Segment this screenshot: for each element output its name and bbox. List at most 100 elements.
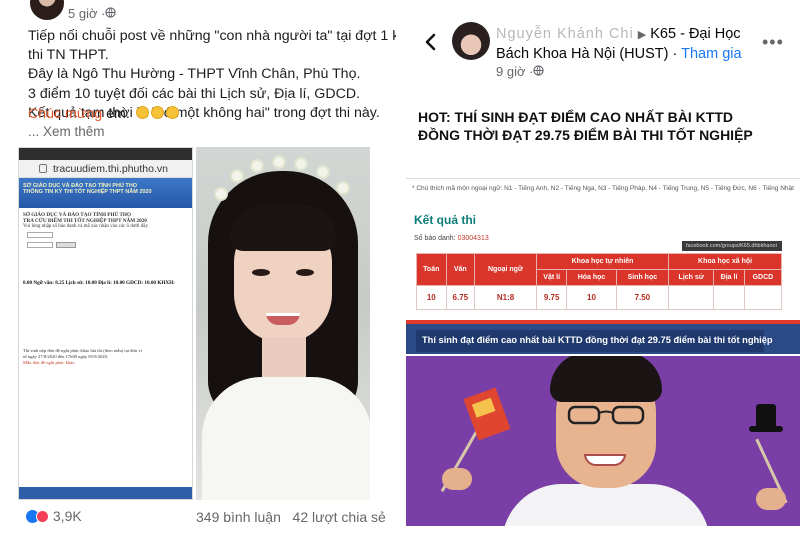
student-photo[interactable] xyxy=(406,356,800,526)
sbd-label: Số báo danh: xyxy=(414,235,458,242)
score-header: Ngoại ngữ xyxy=(474,253,537,286)
photo-shirt xyxy=(502,484,710,526)
join-group-link[interactable]: Tham gia xyxy=(681,46,741,62)
score-cell: 9.75 xyxy=(535,285,568,310)
score-header: GDCD xyxy=(743,269,783,286)
comments-count-link[interactable]: 349 bình luận xyxy=(196,509,281,525)
globe-icon xyxy=(105,7,116,18)
score-table: Toán Văn Ngoại ngữ Khoa học tự nhiên Kho… xyxy=(416,253,783,310)
clap-icon xyxy=(135,106,149,119)
congrats-highlight: Chúc mừng xyxy=(28,106,103,122)
portrait-photo[interactable] xyxy=(196,147,370,500)
score-table-row: 10 6.75 N1:8 9.75 10 7.50 xyxy=(416,285,783,310)
score-cell: N1:8 xyxy=(474,285,537,310)
photo-hand xyxy=(442,468,472,490)
exam-note: * Chú thích mã môn ngoại ngữ: N1 - Tiếng… xyxy=(412,185,794,192)
photo-hair xyxy=(550,356,662,402)
browser-url-bar: tracuudiem.thi.phutho.vn xyxy=(19,160,192,178)
post-text-line: thi TN THPT. xyxy=(28,47,109,64)
divider xyxy=(396,0,404,534)
caption-banner-text: Thí sinh đạt điểm cao nhất bài KTTD đồng… xyxy=(416,330,773,352)
score-cell: 10 xyxy=(566,285,617,310)
right-post: Nguyễn Khánh Chi ▶ K65 - Đại Học Bách Kh… xyxy=(404,0,800,534)
score-header: Địa lí xyxy=(713,269,745,286)
top-hat-prop xyxy=(749,404,783,432)
browser-url: tracuudiem.thi.phutho.vn xyxy=(53,163,168,175)
score-group-header: Khoa học tự nhiên xyxy=(535,253,670,270)
captcha-input xyxy=(27,242,53,248)
exam-result-screenshot[interactable]: * Chú thích mã môn ngoại ngữ: N1 - Tiếng… xyxy=(406,178,800,312)
score-header: Văn xyxy=(445,253,476,286)
left-post: 5 giờ · Tiếp nối chuỗi post về những "co… xyxy=(0,0,404,534)
score-cell: 7.50 xyxy=(615,285,670,310)
score-lookup-screenshot[interactable]: tracuudiem.thi.phutho.vn SỞ GIÁO DỤC VÀ … xyxy=(18,147,193,500)
flower-crown-flower xyxy=(214,187,228,201)
post-stats: 349 bình luận 42 lượt chia sẻ xyxy=(196,509,386,525)
flower-crown-flower xyxy=(336,181,350,195)
love-icon xyxy=(36,510,49,523)
glasses-icon xyxy=(567,405,645,425)
flag-prop xyxy=(463,387,511,441)
photo-eye xyxy=(296,269,314,276)
fb-watermark: facebook.com/groups/K65.dhbkhanoi xyxy=(682,241,782,251)
post-author-line: Nguyễn Khánh Chi ▶ K65 - Đại Học Bách Kh… xyxy=(496,25,766,63)
congrats-rest: em. xyxy=(102,106,130,122)
flower-crown-flower xyxy=(250,159,264,173)
score-cell xyxy=(713,285,745,310)
score-header: Sinh học xyxy=(615,269,670,286)
site-note-link: Mẫu đơn đề nghị phúc khảo xyxy=(23,360,75,365)
photo-mouth xyxy=(584,454,626,466)
post-text-line: Tiếp nối chuỗi post về những "con nhà ng… xyxy=(28,28,404,44)
reactions-count: 3,9K xyxy=(52,508,82,524)
browser-status-bar xyxy=(19,148,192,160)
site-instruction: Vui lòng nhập số báo danh và mã xác nhận… xyxy=(23,224,149,229)
score-cell: 6.75 xyxy=(445,285,476,310)
back-arrow-icon[interactable] xyxy=(422,32,440,52)
see-more-link[interactable]: ... Xem thêm xyxy=(28,124,105,139)
author-avatar[interactable] xyxy=(452,22,490,60)
caption-banner: Thí sinh đạt điểm cao nhất bài KTTD đồng… xyxy=(406,322,800,354)
clap-icon xyxy=(150,106,164,119)
separator-dot: · xyxy=(672,45,678,62)
score-cell: 10 xyxy=(416,285,447,310)
reactions-summary[interactable]: 3,9K xyxy=(26,508,82,524)
photo-eye xyxy=(252,269,270,276)
author-avatar[interactable] xyxy=(30,0,64,20)
sbd-input xyxy=(27,232,53,238)
congrats-line: Chúc mừng em. xyxy=(28,106,179,122)
globe-icon xyxy=(533,65,544,76)
site-body: SỞ GIÁO DỤC VÀ ĐÀO TẠO TỈNH PHÚ THỌ TRA … xyxy=(19,208,192,253)
photo-hand xyxy=(756,488,786,510)
flower-crown-flower xyxy=(230,169,244,183)
score-header: Vật lí xyxy=(535,269,568,286)
score-table-group-row: Toán Văn Ngoại ngữ Khoa học tự nhiên Kho… xyxy=(416,253,782,286)
banner-line: THÔNG TIN KỲ THI TỐT NGHIỆP THPT NĂM 202… xyxy=(23,189,152,195)
site-score-row: 8.00 Ngữ văn: 8.25 Lịch sử: 10.00 Địa lí… xyxy=(23,280,175,286)
score-header: Lịch sử xyxy=(668,269,715,286)
post-time[interactable]: 9 giờ · xyxy=(496,64,533,79)
photo-bangs xyxy=(230,205,336,251)
post-headline: HOT: THÍ SINH ĐẠT ĐIỂM CAO NHẤT BÀI KTTD… xyxy=(418,109,753,143)
sbd-value: 03004313 xyxy=(457,235,489,242)
red-accent-bar xyxy=(406,320,800,324)
site-footer xyxy=(19,487,192,499)
exam-title: Kết quả thi xyxy=(414,213,476,227)
site-form-row xyxy=(23,242,188,249)
score-cell xyxy=(668,285,715,310)
post-time[interactable]: 5 giờ · xyxy=(68,6,105,21)
shares-count-link[interactable]: 42 lượt chia sẻ xyxy=(293,509,386,525)
caret-right-icon: ▶ xyxy=(637,29,647,41)
flower-crown-flower xyxy=(272,155,286,169)
score-group-header: Khoa học xã hội xyxy=(668,253,782,270)
score-cell xyxy=(743,285,783,310)
lock-icon xyxy=(39,164,47,173)
flower-crown-flower xyxy=(294,157,308,171)
clap-icon xyxy=(165,106,179,119)
score-header: Toán xyxy=(416,253,447,286)
author-name[interactable]: Nguyễn Khánh Chi xyxy=(496,26,634,42)
more-options-icon[interactable]: ••• xyxy=(762,32,784,53)
site-notes: Thí sinh nộp đơn đề nghị phúc khảo bài t… xyxy=(23,348,142,366)
post-text-line: 3 điểm 10 tuyệt đối các bài thi Lịch sử,… xyxy=(28,85,361,102)
score-header: Hóa học xyxy=(566,269,617,286)
flower-crown-flower xyxy=(316,165,330,179)
